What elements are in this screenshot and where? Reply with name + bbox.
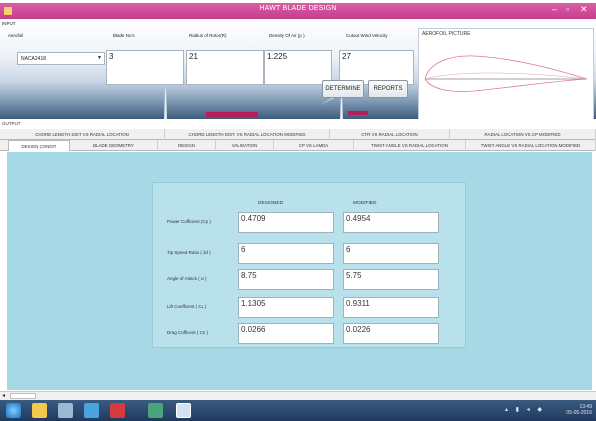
ground-stripe: [348, 111, 368, 115]
drag-coefficient-label: Drag Cofficent ( Cᴅ ): [167, 330, 209, 335]
power-coefficient-designed[interactable]: 0.4709: [238, 212, 334, 233]
app-icon[interactable]: [84, 403, 99, 418]
tab-chord-length-dist-modified[interactable]: CHORD LENGTH DIST. VS RADIAL LOCATION MO…: [165, 129, 330, 140]
input-section-label: INPUT: [2, 21, 16, 26]
tab-design-condit[interactable]: DESIGN CONDIT: [8, 140, 70, 151]
modified-header: MODIFIED: [353, 201, 377, 206]
tab-radial-vs-cp-modified[interactable]: RADIAL LOCATION VS CP MODIFIED: [450, 129, 596, 140]
tab-cp-vs-lamda[interactable]: CP VS LAMDA: [274, 140, 354, 151]
tab-row-top: CHORD LENGTH DIST VS RADIAL LOCATION CHO…: [0, 129, 596, 140]
power-coefficient-modified[interactable]: 0.4954: [343, 212, 439, 233]
window-title: HAWT BLADE DESIGN: [259, 5, 337, 12]
determine-button[interactable]: DETERMINE: [322, 80, 364, 98]
tab-chord-length-dist[interactable]: CHORD LENGTH DIST VS RADIAL LOCATION: [0, 129, 165, 140]
angle-of-attack-modified[interactable]: 5.75: [343, 269, 439, 290]
blade-no-input[interactable]: 3: [106, 50, 184, 85]
tab-twist-angle-modified[interactable]: TWIST ANGLE VS RADIAL LOCATION MODIFIED: [466, 140, 596, 151]
tab-twist-angle[interactable]: TWIST ANGLE VS RADIAL LOCATION: [354, 140, 466, 151]
close-icon[interactable]: ✕: [580, 4, 588, 15]
tab-blade-geometry[interactable]: BLADE GEOMETRY: [70, 140, 158, 151]
ground-stripe: [206, 112, 258, 117]
tip-speed-ratio-designed[interactable]: 6: [238, 243, 334, 264]
app-icon[interactable]: [110, 403, 125, 418]
status-field: [10, 393, 36, 399]
power-coefficient-label: Power Cofficient (Cp ): [167, 219, 211, 224]
clock-date: 05-05-2016: [566, 410, 592, 416]
airfoil-label: Aerofoil: [8, 33, 24, 38]
designed-header: DESIGNED: [258, 201, 284, 206]
taskbar: ▴ ▮ ◂ ◆ 13:49 05-05-2016: [0, 400, 596, 421]
status-bar: ◂: [0, 391, 596, 400]
tab-ctr-vs-radial[interactable]: CTR VS RADIAL LOCATION: [330, 129, 450, 140]
active-app-icon[interactable]: [176, 403, 191, 418]
input-panel: INPUT Aerofoil NACA2418 ▼ Blade No's 3 R…: [0, 19, 596, 119]
lift-coefficient-designed[interactable]: 1.1305: [238, 297, 334, 318]
internet-explorer-icon[interactable]: [6, 403, 21, 418]
drag-coefficient-modified[interactable]: 0.0226: [343, 323, 439, 344]
scroll-left-icon[interactable]: ◂: [2, 392, 5, 399]
chevron-down-icon: ▼: [97, 55, 102, 61]
output-section-label: OUTPUT: [2, 121, 21, 126]
airfoil-select[interactable]: NACA2418 ▼: [17, 52, 105, 65]
angle-of-attack-label: Angle of Attack ( α ): [167, 276, 207, 281]
lift-coefficient-label: Lift Coefficent ( Cʟ ): [167, 304, 207, 309]
tip-speed-ratio-modified[interactable]: 6: [343, 243, 439, 264]
turbine-image: [155, 81, 167, 119]
tip-speed-ratio-label: Tip Speed Ratio ( λd ): [167, 250, 211, 255]
radius-label: Radius of Rotor(R): [189, 33, 227, 38]
tray-clock[interactable]: 13:49 05-05-2016: [566, 404, 592, 416]
minimize-icon[interactable]: –: [552, 4, 557, 14]
drag-coefficient-designed[interactable]: 0.0266: [238, 323, 334, 344]
design-values-group: DESIGNED MODIFIED Power Cofficient (Cp )…: [152, 182, 466, 348]
angle-of-attack-designed[interactable]: 8.75: [238, 269, 334, 290]
title-bar: HAWT BLADE DESIGN – ▫ ✕: [0, 3, 596, 19]
maximize-icon[interactable]: ▫: [566, 4, 569, 14]
system-tray-icons[interactable]: ▴ ▮ ◂ ◆: [505, 406, 545, 413]
airfoil-select-value: NACA2418: [21, 56, 47, 62]
airfoil-profile-plot: [424, 55, 588, 92]
reports-button[interactable]: REPORTS: [368, 80, 408, 98]
tab-validation[interactable]: VALIDATION: [216, 140, 274, 151]
tab-design[interactable]: DESIGN: [158, 140, 216, 151]
file-explorer-icon[interactable]: [32, 403, 47, 418]
app-icon[interactable]: [148, 403, 163, 418]
blade-no-label: Blade No's: [113, 33, 135, 38]
design-condition-panel: DESIGNED MODIFIED Power Cofficient (Cp )…: [7, 152, 592, 390]
radius-input[interactable]: 21: [186, 50, 264, 85]
app-icon[interactable]: [58, 403, 73, 418]
lift-coefficient-modified[interactable]: 0.9311: [343, 297, 439, 318]
cutout-velocity-label: Cutout Wind Velocity: [346, 33, 388, 38]
tab-row-bottom: DESIGN CONDIT BLADE GEOMETRY DESIGN VALI…: [0, 140, 596, 151]
density-label: Density Of Air (ρ ): [269, 33, 305, 38]
airfoil-picture-panel: AEROFOIL PICTURE: [418, 28, 594, 119]
